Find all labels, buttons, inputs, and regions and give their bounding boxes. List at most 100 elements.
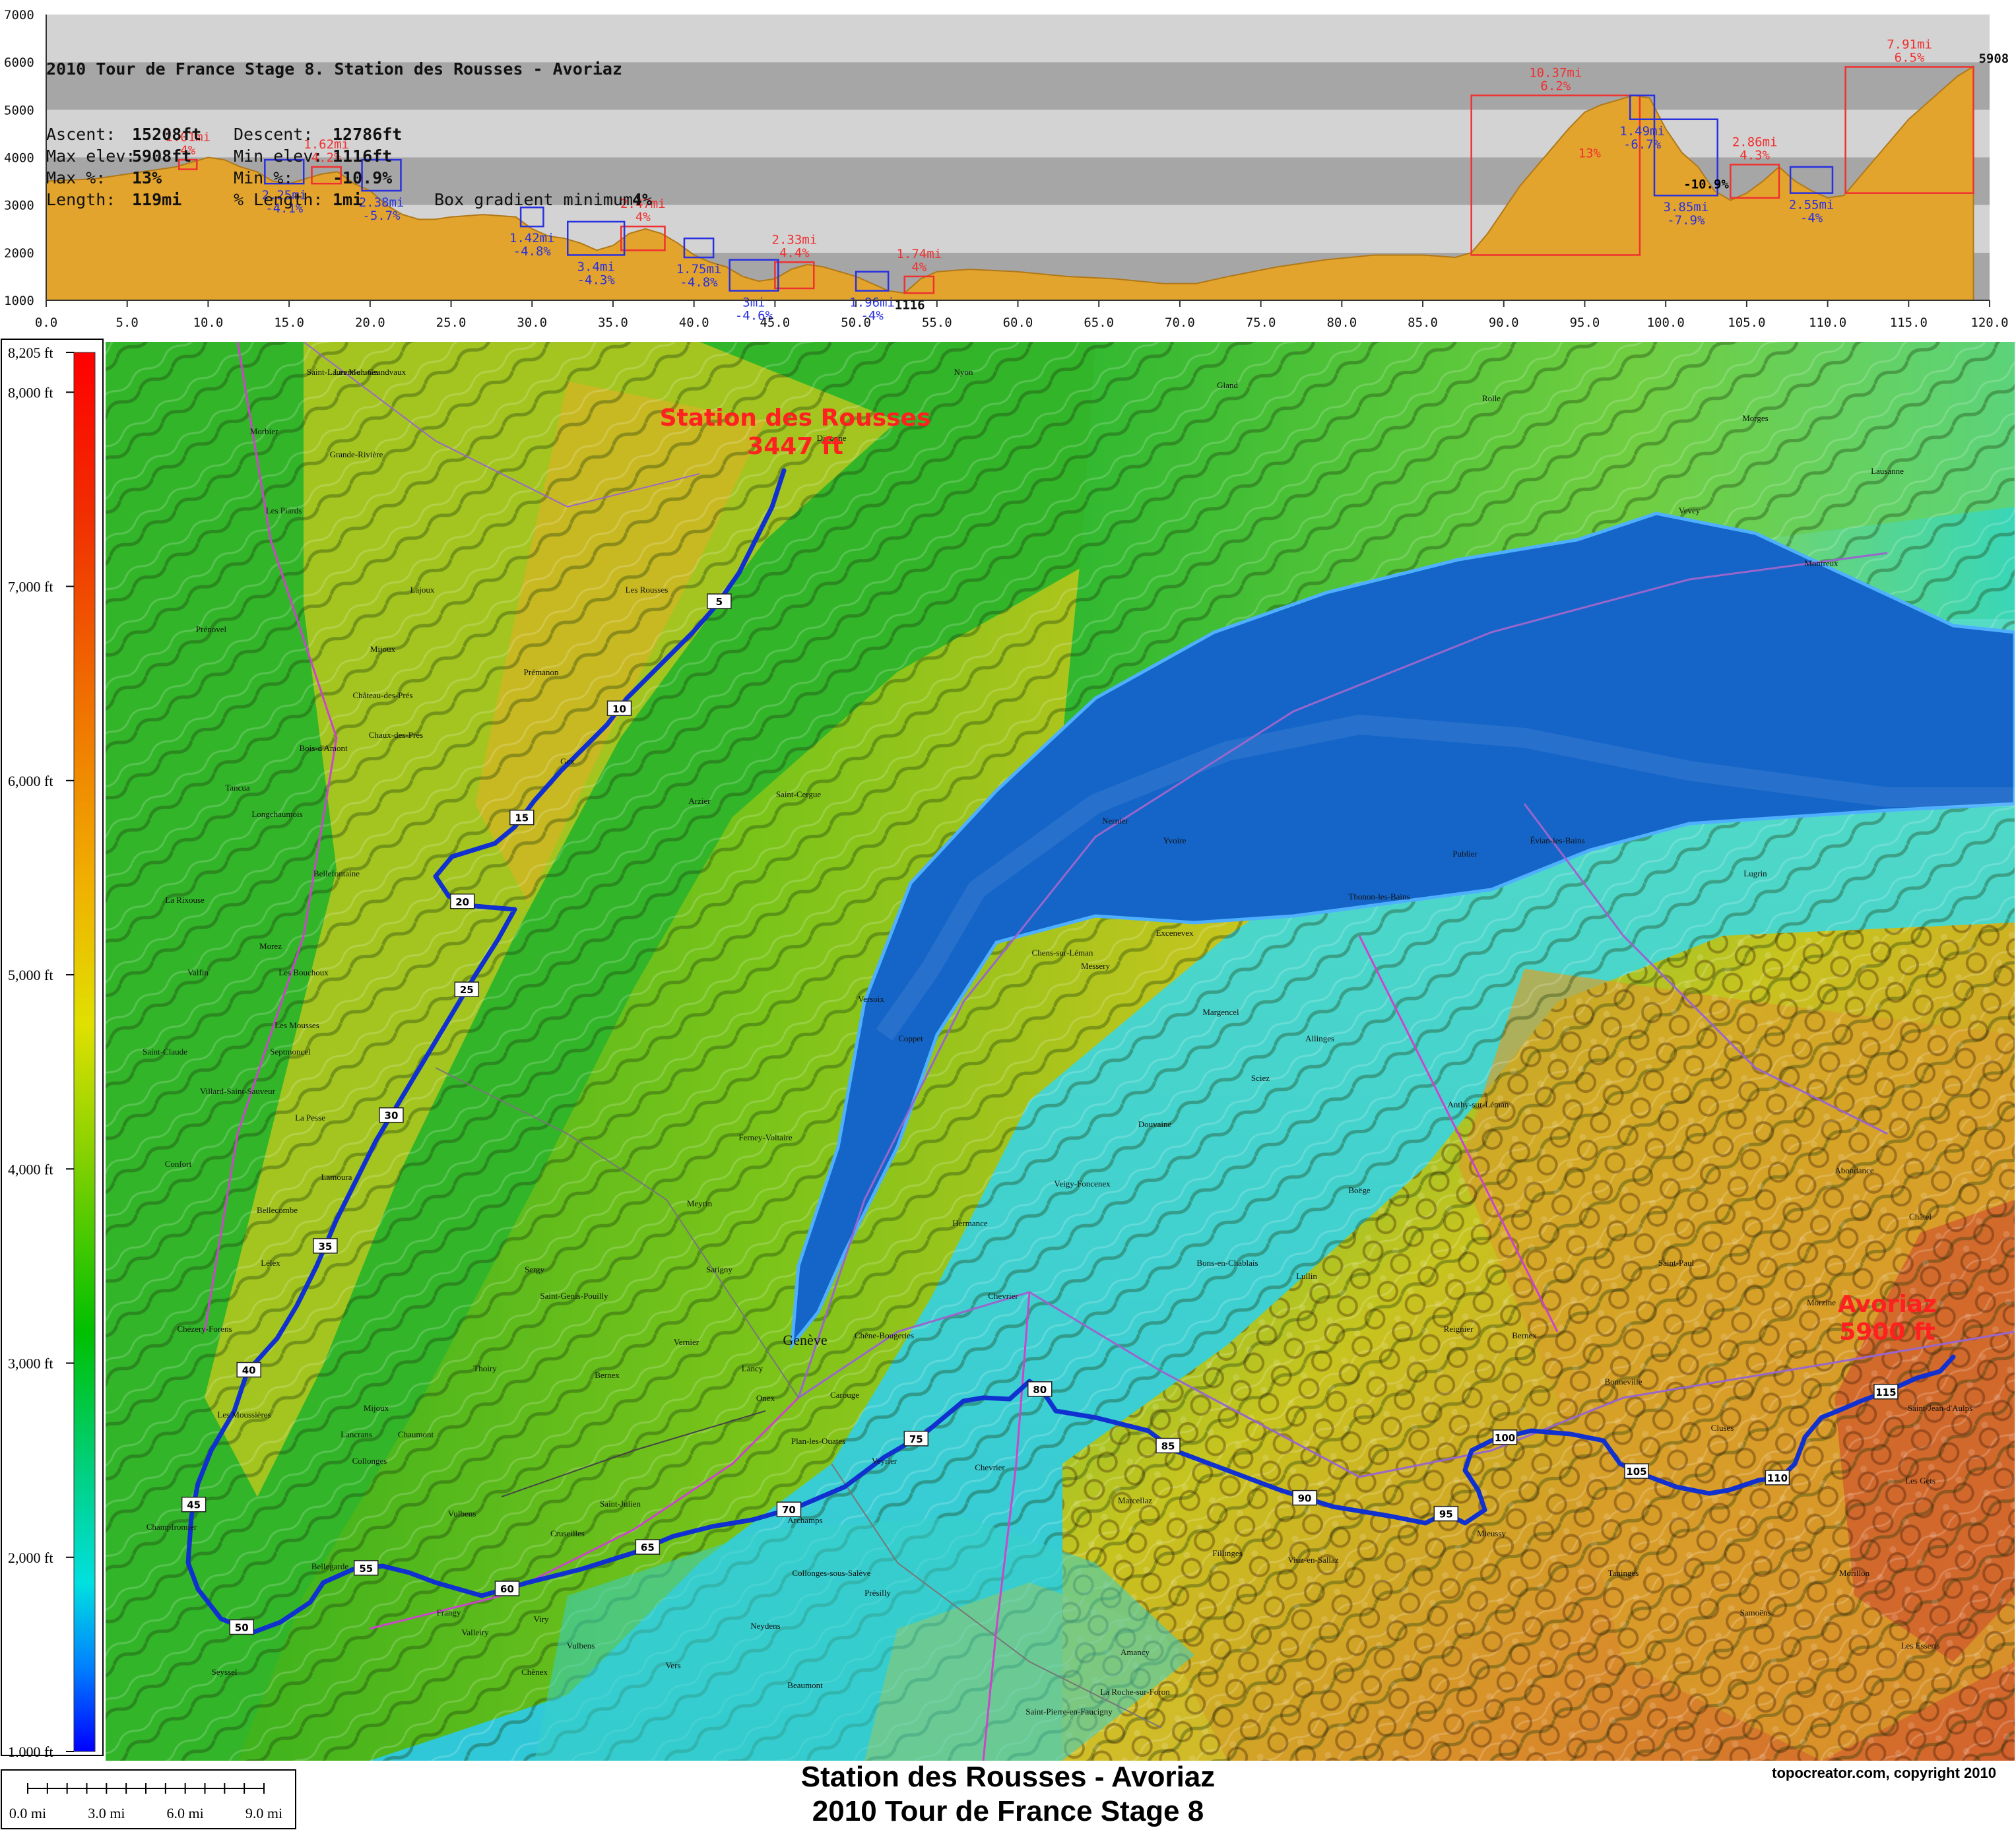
stat-label: Descent:	[234, 125, 313, 144]
mile-marker-label: 100	[1495, 1432, 1515, 1444]
mile-marker-label: 90	[1298, 1493, 1312, 1505]
x-tick-label: 80.0	[1326, 315, 1357, 330]
x-tick-label: 90.0	[1489, 315, 1519, 330]
place-label: Fillinges	[1212, 1548, 1243, 1558]
place-label: Morzine	[1807, 1297, 1836, 1307]
place-label: Mieussy	[1477, 1528, 1507, 1538]
descent-box-grade: -4%	[1800, 211, 1823, 226]
place-label: Publier	[1452, 849, 1478, 859]
place-label: Bellecombe	[257, 1205, 298, 1215]
mile-marker-label: 20	[455, 896, 469, 908]
place-label: Cluses	[1711, 1423, 1734, 1433]
place-label: Marcellaz	[1118, 1495, 1152, 1505]
stat-value: 4%	[632, 190, 653, 209]
x-tick-label: 40.0	[679, 315, 709, 330]
place-label: Chens-sur-Léman	[1032, 948, 1093, 958]
place-label: Ferney-Voltaire	[738, 1132, 793, 1142]
place-label: Chaumont	[398, 1429, 434, 1439]
place-label: Bois-d'Amont	[299, 743, 348, 753]
legend-tick-label: 5,000 ft	[8, 967, 53, 983]
x-tick-label: 45.0	[760, 315, 790, 330]
place-label: Cruseilles	[550, 1528, 585, 1538]
finish-label: Avoriaz 5900 ft	[1838, 1291, 1937, 1346]
mile-marker-label: 105	[1626, 1466, 1646, 1478]
descent-box-distance: 2.55mi	[1789, 198, 1835, 212]
relief-map: 5 10 15 20 25 30 35 40 45 50 55 60 65 70 75 80 85 90 95 100…	[106, 342, 2015, 1761]
place-label: Les Piards	[266, 506, 302, 515]
mile-marker-label: 60	[500, 1583, 514, 1595]
climb-box-distance: 10.37mi	[1529, 66, 1582, 81]
place-label: Chevrier	[988, 1291, 1018, 1301]
y-axis: 7000 6000 5000 4000 3000 2000 1000	[4, 8, 47, 308]
x-tick-label: 85.0	[1408, 315, 1438, 330]
max-elevation-label: 5908	[1978, 51, 2009, 66]
legend-color-bar	[73, 352, 96, 1752]
place-label: Les Moussières	[217, 1410, 271, 1420]
place-label: Hermance	[952, 1218, 988, 1228]
x-tick-label: 0.0	[35, 315, 57, 330]
climb-box-distance: 2.86mi	[1732, 135, 1778, 149]
x-tick-label: 75.0	[1246, 315, 1276, 330]
mile-marker-label: 50	[235, 1621, 249, 1633]
place-label: Neydens	[750, 1621, 781, 1631]
x-tick-label: 115.0	[1890, 315, 1928, 330]
place-label: Saint-Paul	[1658, 1258, 1695, 1268]
place-label: Saint-Pierre-en-Faucigny	[1025, 1707, 1113, 1716]
stat-label: Min elev:	[234, 147, 323, 166]
place-label: Vernier	[674, 1337, 699, 1347]
start-elevation: 3447 ft	[747, 433, 843, 460]
stat-value: 13%	[132, 168, 162, 187]
mile-marker-label: 10	[612, 703, 626, 715]
place-label: Valleiry	[461, 1627, 489, 1637]
y-tick-label: 3000	[4, 199, 34, 213]
place-label: Amancy	[1121, 1647, 1150, 1657]
place-label: Boëge	[1348, 1185, 1370, 1195]
descent-box-distance: 1.75mi	[676, 262, 722, 277]
x-tick-label: 5.0	[116, 315, 139, 330]
mile-marker-label: 45	[187, 1499, 201, 1511]
place-label: Chaux-des-Prés	[369, 730, 423, 740]
place-label: Lajoux	[410, 585, 435, 595]
place-label: Bons-en-Chablais	[1196, 1258, 1258, 1268]
mile-marker-label: 25	[460, 984, 474, 996]
place-label: Sciez	[1251, 1073, 1270, 1083]
place-label: Margencel	[1202, 1007, 1239, 1017]
place-label: Thonon-les-Bains	[1348, 892, 1410, 901]
x-tick-label: 25.0	[436, 315, 467, 330]
legend-tick-label: 3,000 ft	[8, 1356, 53, 1372]
place-label: Coppet	[898, 1033, 923, 1043]
y-tick-label: 5000	[4, 103, 34, 117]
place-label: Samoëns	[1740, 1608, 1771, 1618]
place-label: Frangy	[437, 1608, 461, 1618]
mile-marker-label: 80	[1033, 1384, 1047, 1396]
mile-marker-label: 55	[359, 1563, 373, 1575]
stats-row: Max elev:5908ft Min elev: 1116ft	[46, 145, 1036, 167]
place-label: Les Mousses	[275, 1020, 319, 1030]
place-label: Anthy-sur-Léman	[1448, 1099, 1509, 1109]
place-label: Chênex	[521, 1667, 548, 1677]
place-label: Grande-Rivière	[330, 449, 383, 459]
x-tick-label: 10.0	[193, 315, 224, 330]
mile-marker-label: 65	[641, 1542, 655, 1553]
place-label: Longchaumois	[251, 809, 302, 819]
place-label: Chézery-Forens	[177, 1324, 232, 1334]
y-tick-label: 6000	[4, 55, 34, 70]
x-tick-label: 110.0	[1809, 315, 1846, 330]
place-label: Septmoncel	[270, 1047, 311, 1057]
place-label: Genève	[783, 1332, 827, 1348]
place-label: Saint-Jean-d'Aulps	[1908, 1403, 1972, 1413]
mile-marker-label: 95	[1439, 1509, 1453, 1520]
place-label: Archamps	[787, 1515, 822, 1525]
place-label: Veyrier	[872, 1456, 897, 1466]
place-label: Douvaine	[1138, 1119, 1172, 1129]
place-label: Les Rousses	[626, 585, 668, 595]
place-label: Confort	[165, 1159, 192, 1169]
legend-tick-label: 7,000 ft	[8, 579, 53, 595]
place-label: Abondance	[1835, 1165, 1873, 1175]
stat-value: 119mi	[132, 190, 182, 209]
y-tick-label: 7000	[4, 8, 34, 22]
place-label: Présilly	[864, 1588, 891, 1598]
place-label: Thoiry	[473, 1363, 497, 1373]
x-tick-label: 60.0	[1003, 315, 1033, 330]
place-label: Lausanne	[1871, 466, 1904, 476]
